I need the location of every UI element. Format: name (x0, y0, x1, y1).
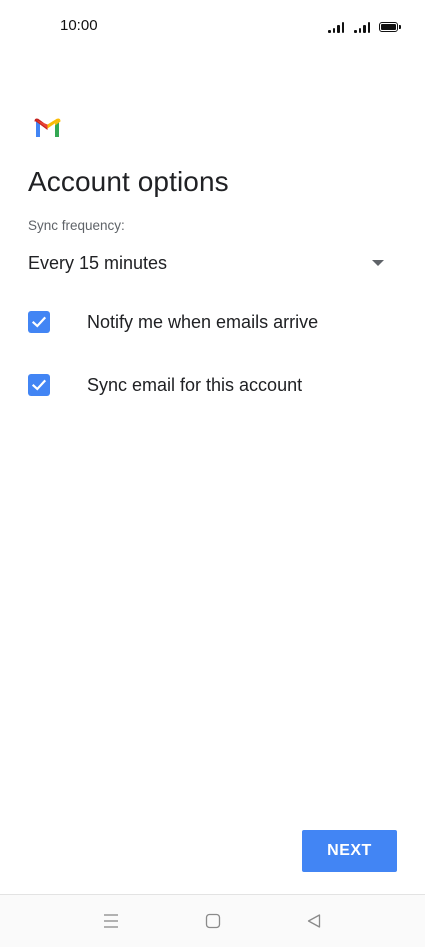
checkmark-icon (31, 316, 47, 328)
checkmark-icon (31, 379, 47, 391)
status-icons (328, 19, 401, 33)
sync-frequency-dropdown[interactable]: Every 15 minutes (28, 248, 388, 278)
gmail-logo-icon (34, 118, 61, 137)
signal-strength-icon-2 (354, 21, 370, 33)
page-title: Account options (28, 166, 229, 197)
back-icon[interactable] (304, 911, 324, 931)
sync-email-option-label: Sync email for this account (87, 374, 303, 395)
sync-frequency-label: Sync frequency: (28, 218, 125, 233)
status-time: 10:00 (60, 17, 98, 34)
status-bar: 10:00 (0, 0, 425, 54)
home-icon[interactable] (203, 911, 223, 931)
signal-strength-icon (328, 21, 344, 33)
battery-icon (379, 22, 401, 32)
notify-option-label: Notify me when emails arrive (87, 311, 319, 332)
system-nav-bar (0, 894, 425, 947)
sync-email-option[interactable]: Sync email for this account (28, 365, 398, 405)
notify-option[interactable]: Notify me when emails arrive (28, 302, 398, 342)
next-button[interactable]: NEXT (302, 830, 397, 872)
sync-frequency-value: Every 15 minutes (28, 252, 168, 273)
dropdown-arrow-icon (372, 260, 384, 266)
menu-icon[interactable] (101, 911, 121, 931)
notify-checkbox[interactable] (28, 311, 50, 333)
sync-email-checkbox[interactable] (28, 374, 50, 396)
